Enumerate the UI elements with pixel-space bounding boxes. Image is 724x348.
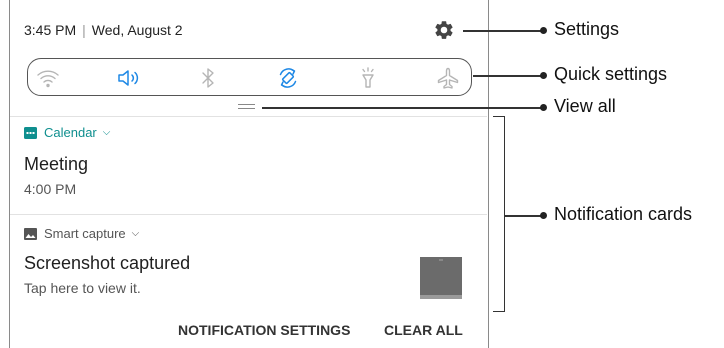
clear-all-button[interactable]: CLEAR ALL bbox=[384, 322, 463, 338]
callout-dot bbox=[540, 27, 547, 34]
sound-icon[interactable] bbox=[116, 66, 140, 90]
callout-notification-cards: Notification cards bbox=[554, 204, 693, 224]
callout-bracket-notification-cards bbox=[493, 116, 505, 312]
app-name: Smart capture bbox=[44, 226, 126, 241]
wifi-icon[interactable] bbox=[36, 66, 60, 90]
callout-dot bbox=[540, 72, 547, 79]
bluetooth-icon[interactable] bbox=[196, 66, 220, 90]
flashlight-icon[interactable] bbox=[356, 66, 380, 90]
chevron-down-icon[interactable]: ⌵ bbox=[132, 228, 140, 239]
callout-line-quick-settings bbox=[473, 75, 543, 77]
calendar-icon bbox=[24, 127, 37, 139]
notification-text: Tap here to view it. bbox=[24, 280, 141, 296]
callout-settings: Settings bbox=[554, 19, 620, 39]
callout-view-all: View all bbox=[554, 96, 616, 116]
notification-text: 4:00 PM bbox=[24, 181, 77, 197]
callout-line-view-all bbox=[262, 107, 543, 109]
screenshot-thumbnail[interactable] bbox=[420, 257, 462, 299]
notification-settings-button[interactable]: NOTIFICATION SETTINGS bbox=[178, 322, 350, 338]
status-separator: | bbox=[82, 22, 86, 38]
callout-line-settings bbox=[463, 30, 543, 32]
app-label-calendar: Calendar ⌵ bbox=[24, 125, 110, 140]
callout-line-notification-cards bbox=[505, 215, 543, 217]
callout-quick-settings: Quick settings bbox=[554, 64, 668, 84]
app-label-smart-capture: Smart capture ⌵ bbox=[24, 226, 139, 241]
status-date: Wed, August 2 bbox=[91, 22, 183, 38]
notification-title: Screenshot captured bbox=[24, 253, 191, 273]
image-icon bbox=[24, 227, 37, 240]
status-bar: 3:45 PM | Wed, August 2 bbox=[24, 22, 183, 38]
gear-icon[interactable] bbox=[433, 19, 455, 41]
auto-rotate-icon[interactable] bbox=[276, 66, 300, 90]
notification-title: Meeting bbox=[24, 154, 89, 174]
view-all-handle[interactable] bbox=[238, 104, 255, 109]
callout-dot bbox=[540, 104, 547, 111]
status-time: 3:45 PM bbox=[24, 22, 77, 38]
callout-dot bbox=[540, 212, 547, 219]
airplane-mode-icon[interactable] bbox=[436, 66, 460, 90]
quick-settings-bar bbox=[27, 58, 472, 96]
app-name: Calendar bbox=[44, 125, 97, 140]
chevron-down-icon[interactable]: ⌵ bbox=[103, 127, 111, 138]
